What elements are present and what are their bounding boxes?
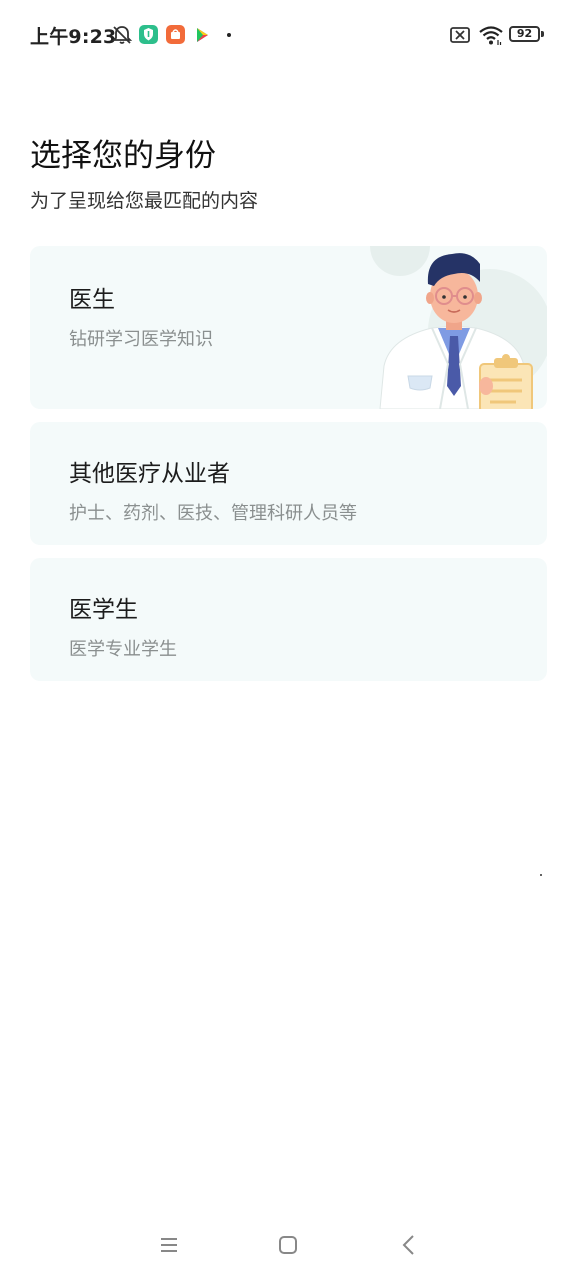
speck [540,874,542,876]
page-subtitle: 为了呈现给您最匹配的内容 [30,190,259,212]
wifi-icon [479,26,503,45]
option-description: 钻研学习医学知识 [69,329,213,350]
option-title: 医学生 [69,597,138,623]
battery-nub [541,31,544,37]
shopping-app-icon [166,25,185,44]
doctor-illustration [370,246,547,409]
system-nav-bar [0,1210,576,1280]
option-title: 其他医疗从业者 [69,461,230,487]
home-square-icon[interactable] [275,1232,301,1258]
page-title: 选择您的身份 [30,138,216,174]
back-chevron-icon[interactable] [396,1232,422,1258]
battery-icon: 92 [509,26,540,42]
identity-option-other-practitioner[interactable]: 其他医疗从业者 护士、药剂、医技、管理科研人员等 [30,422,547,545]
status-bar: 上午9:23 92 [0,0,576,72]
menu-icon[interactable] [156,1232,182,1258]
bell-off-icon [111,26,133,44]
notification-dot [227,33,231,37]
shield-app-icon [139,25,158,44]
identity-option-medical-student[interactable]: 医学生 医学专业学生 [30,558,547,681]
play-app-icon [197,28,208,42]
option-description: 医学专业学生 [69,639,177,660]
option-title: 医生 [69,287,115,313]
option-description: 护士、药剂、医技、管理科研人员等 [69,503,357,524]
identity-option-doctor[interactable]: 医生 钻研学习医学知识 [30,246,547,409]
status-time: 上午9:23 [30,26,117,48]
sim-off-icon [450,27,470,43]
